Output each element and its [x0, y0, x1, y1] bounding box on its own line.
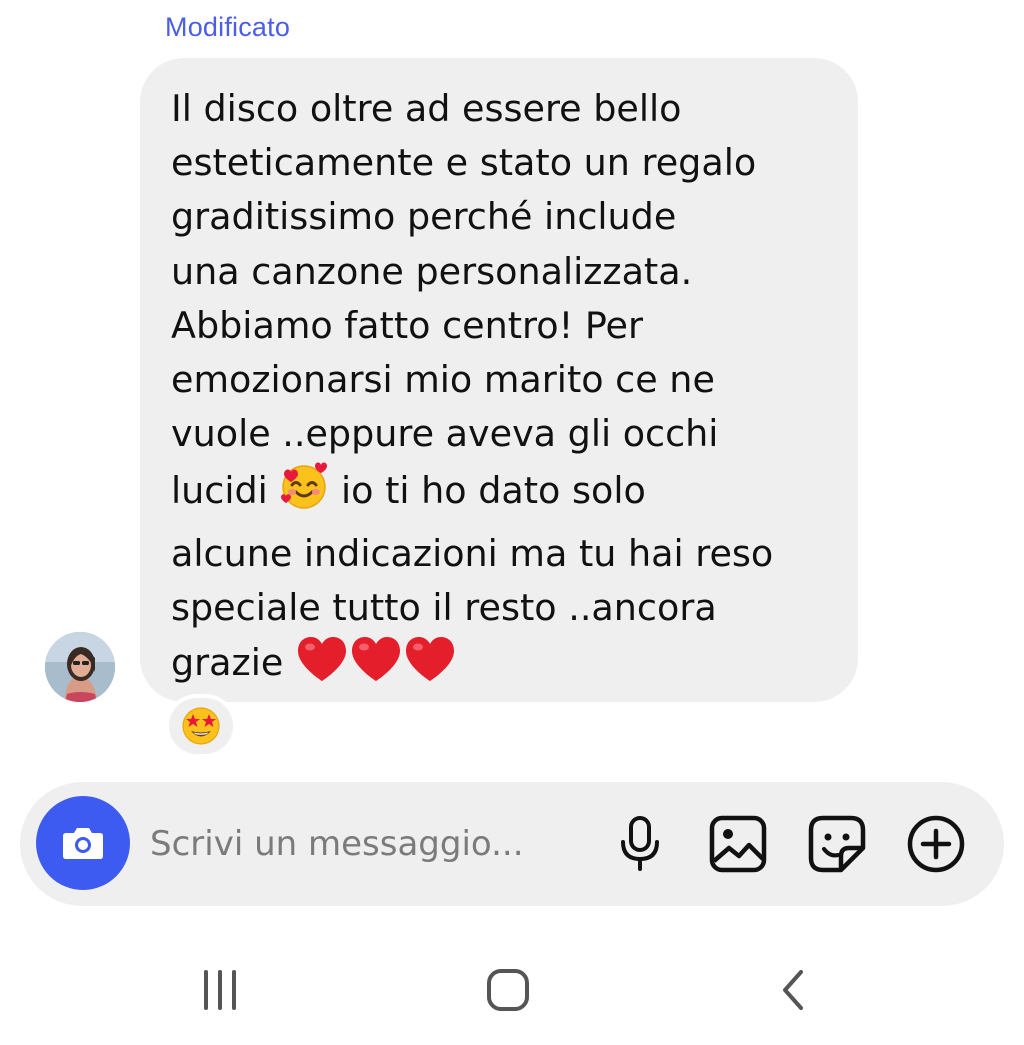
- sticker-button[interactable]: [807, 814, 867, 874]
- message-fragment: grazie: [171, 641, 284, 685]
- message-text: Il disco oltre ad essere bello esteticam…: [171, 82, 828, 700]
- message-bubble[interactable]: Il disco oltre ad essere bello esteticam…: [140, 58, 858, 702]
- red-heart-icon: [297, 637, 454, 682]
- microphone-button[interactable]: [610, 814, 670, 874]
- message-line: Il disco oltre ad essere bello: [171, 87, 682, 130]
- star-struck-icon: [182, 707, 220, 745]
- message-fragment: io ti ho dato solo: [341, 469, 646, 513]
- avatar-image: [45, 632, 115, 702]
- message-line: speciale tutto il resto ..ancora: [171, 585, 717, 629]
- message-input[interactable]: [150, 822, 590, 866]
- hearts-emoji-group: [295, 635, 457, 700]
- plus-circle-icon: [907, 815, 965, 873]
- message-line-with-hearts: grazie: [171, 635, 828, 700]
- camera-icon: [63, 828, 103, 859]
- sticker-icon: [808, 815, 866, 873]
- message-line-with-emoji: lucidi io ti ho dato solo: [171, 461, 828, 526]
- microphone-icon: [621, 816, 659, 871]
- system-navigation-bar: [0, 950, 1024, 1030]
- back-icon: [783, 970, 803, 1010]
- message-composer: [20, 782, 1004, 906]
- message-line: graditissimo perché include: [171, 195, 677, 239]
- recent-apps-icon: [204, 970, 236, 1010]
- more-options-button[interactable]: [906, 814, 966, 874]
- avatar[interactable]: [45, 632, 115, 702]
- camera-button[interactable]: [36, 796, 130, 890]
- recent-apps-button[interactable]: [180, 964, 260, 1016]
- back-button[interactable]: [754, 964, 834, 1016]
- message-line: Abbiamo fatto centro! Per: [171, 303, 643, 347]
- home-button[interactable]: [468, 964, 548, 1016]
- home-icon: [487, 969, 529, 1011]
- message-line: esteticamente e stato un regalo: [171, 141, 757, 185]
- message-line: alcune indicazioni ma tu hai reso: [171, 531, 774, 575]
- image-icon: [709, 815, 767, 873]
- message-line: emozionarsi mio marito ce ne: [171, 358, 715, 402]
- message-fragment: lucidi: [171, 469, 268, 513]
- edited-label: Modificato: [165, 12, 291, 42]
- gallery-button[interactable]: [708, 814, 768, 874]
- reaction-badge[interactable]: [165, 694, 237, 758]
- smiling-face-with-hearts-icon: [279, 461, 329, 526]
- message-line: vuole ..eppure aveva gli occhi: [171, 412, 719, 456]
- message-line: una canzone personalizzata.: [171, 249, 693, 293]
